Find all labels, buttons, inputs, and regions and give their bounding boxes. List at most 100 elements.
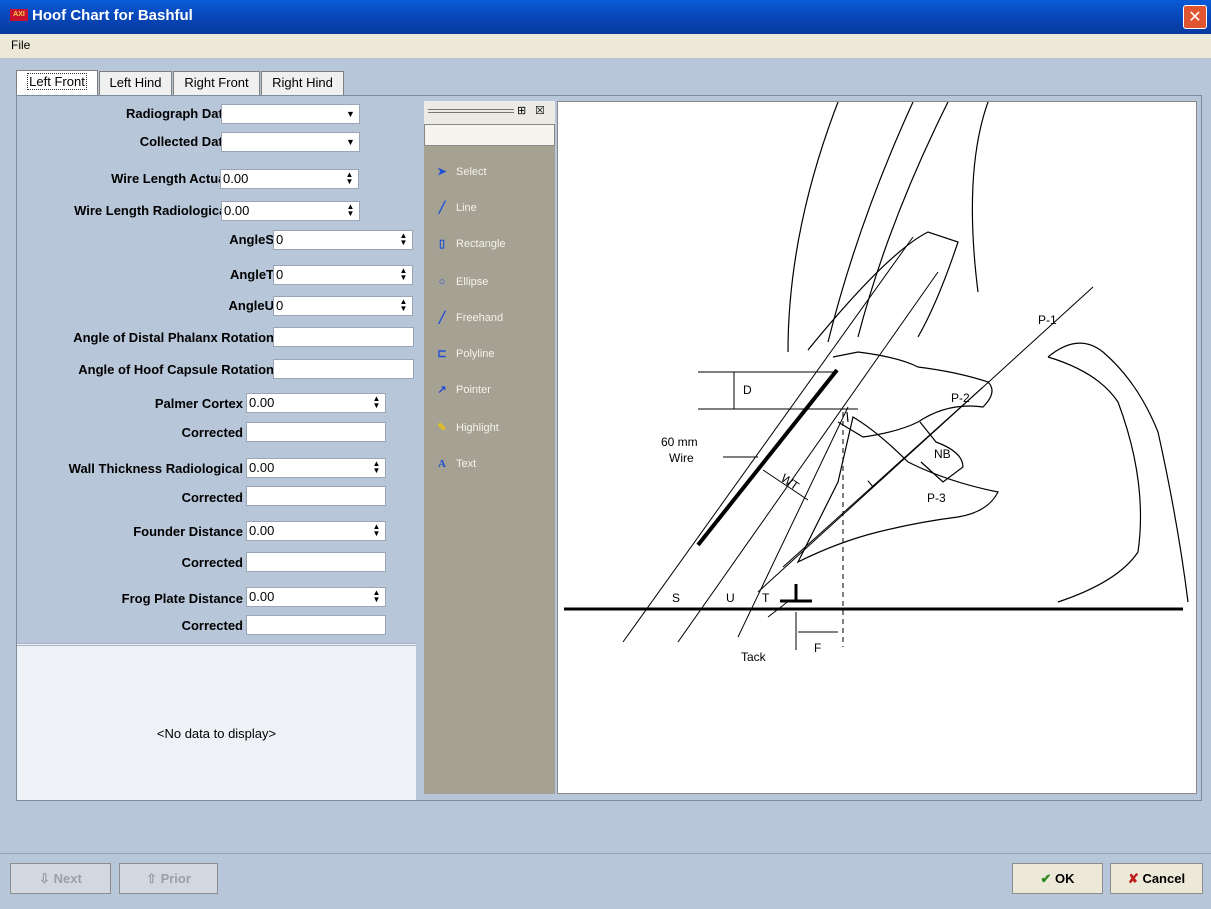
label-p2: P-2 [951,391,970,405]
highlight-icon: ✎ [437,422,447,434]
pin-icon[interactable]: ⊞ [517,104,526,117]
button-bar: ⇩ Next ⇧ Prior ✔ OK ✘ Cancel [0,853,1211,909]
frog-plate-corrected-label: Corrected [181,618,243,633]
tool-line[interactable]: ╱ Line [434,198,477,218]
spinner-icon[interactable]: ▲ ▼ [342,171,357,187]
frog-plate-distance-field[interactable]: 0.00 ▲ ▼ [246,587,386,607]
tab-right-hind[interactable]: Right Hind [261,71,344,95]
hoof-capsule-rotation-field[interactable] [273,359,414,379]
tool-pointer[interactable]: ↗ Pointer [434,380,491,400]
heel-outline [1047,342,1189,603]
tool-label: Select [456,166,487,178]
label-p3: P-3 [927,491,946,505]
close-icon[interactable]: ☒ [535,104,545,117]
palmer-cortex-corrected-field[interactable] [246,422,386,442]
label-d: D [743,383,752,397]
label-s: S [672,591,680,605]
ok-button[interactable]: ✔ OK [1012,863,1103,894]
toolbox-bar [424,124,555,146]
wall-thickness-corrected-field[interactable] [246,486,386,506]
chevron-down-icon[interactable]: ▼ [343,134,358,150]
wire-length-actual-value: 0.00 [223,171,249,186]
next-button[interactable]: ⇩ Next [10,863,111,894]
tool-freehand[interactable]: ╱ Freehand [434,308,503,328]
tool-highlight[interactable]: ✎ Highlight [434,418,499,438]
wire-length-actual-label: Wire Length Actual [111,171,229,186]
founder-distance-field[interactable]: 0.00 ▲ ▼ [246,521,386,541]
prior-label: Prior [160,871,191,886]
spinner-icon[interactable]: ▲ ▼ [343,203,358,219]
close-button[interactable]: ✕ [1183,5,1207,29]
spinner-icon[interactable]: ▲ ▼ [396,267,411,283]
tool-rectangle[interactable]: ▯ Rectangle [434,234,506,254]
window-title: Hoof Chart for Bashful [32,7,193,24]
wall-thickness-field[interactable]: 0.00 ▲ ▼ [246,458,386,478]
ellipse-icon: ○ [438,276,446,288]
down-arrow-icon: ⇩ [39,871,54,886]
angle-s-field[interactable]: 0 ▲ ▼ [273,230,413,250]
tool-label: Line [456,202,477,214]
hoof-diagram: D 60 mm Wire WT L P-1 P-2 NB P-3 S U T T… [564,101,1189,664]
label-wire: Wire [669,451,694,465]
spinner-icon[interactable]: ▲ ▼ [396,298,411,314]
cancel-button[interactable]: ✘ Cancel [1110,863,1203,894]
freehand-icon: ╱ [438,312,446,324]
wire-length-radiological-label: Wire Length Radiological [74,203,230,218]
label-u: U [726,591,735,605]
p1-lines-2 [857,101,949,338]
angle-s-value: 0 [276,232,284,247]
up-arrow-icon: ⇧ [146,871,161,886]
palmer-cortex-label: Palmer Cortex [154,396,243,411]
spinner-icon[interactable]: ▲ ▼ [369,523,384,539]
wire-length-radiological-value: 0.00 [224,203,250,218]
frog-plate-distance-value: 0.00 [249,589,275,604]
founder-distance-value: 0.00 [249,523,275,538]
p3-bone [796,416,999,564]
tool-label: Highlight [456,422,499,434]
founder-distance-corrected-label: Corrected [181,555,243,570]
distal-phalanx-rotation-field[interactable] [273,327,414,347]
tool-label: Pointer [456,384,491,396]
collected-date-field[interactable]: ▼ [221,132,360,152]
label-p1: P-1 [1038,313,1057,327]
wire-length-radiological-field[interactable]: 0.00 ▲ ▼ [221,201,360,221]
u-line [677,271,939,643]
tool-label: Text [456,458,477,470]
tool-polyline[interactable]: ⊏ Polyline [434,344,495,364]
toolbox-header: ⊞ ☒ [424,101,555,124]
tool-select[interactable]: ➤ Select [434,162,487,182]
distal-phalanx-rotation-label: Angle of Distal Phalanx Rotation [73,330,274,345]
label-60mm: 60 mm [661,435,698,449]
angle-t-field[interactable]: 0 ▲ ▼ [273,265,413,285]
spinner-icon[interactable]: ▲ ▼ [396,232,411,248]
tool-ellipse[interactable]: ○ Ellipse [434,272,489,292]
data-grid[interactable]: <No data to display> [17,643,416,800]
spinner-icon[interactable]: ▲ ▼ [369,589,384,605]
radiograph-date-field[interactable]: ▼ [221,104,360,124]
founder-distance-corrected-field[interactable] [246,552,386,572]
tab-left-hind[interactable]: Left Hind [99,71,172,95]
spinner-icon[interactable]: ▲ ▼ [369,460,384,476]
prior-button[interactable]: ⇧ Prior [119,863,218,894]
drag-grip[interactable] [428,109,514,113]
tab-left-front[interactable]: Left Front [16,70,98,96]
angle-u-field[interactable]: 0 ▲ ▼ [273,296,413,316]
diagram-labels: D 60 mm Wire WT L P-1 P-2 NB P-3 S U T T… [661,313,1057,664]
tool-text[interactable]: A Text [434,454,476,474]
ok-label: OK [1055,871,1075,886]
tab-label: Left Front [27,73,87,90]
menu-file[interactable]: File [11,38,30,52]
tool-label: Polyline [456,348,495,360]
line-icon: ╱ [438,202,446,214]
palmer-cortex-field[interactable]: 0.00 ▲ ▼ [246,393,386,413]
chevron-down-icon[interactable]: ▼ [343,106,358,122]
spinner-icon[interactable]: ▲ ▼ [369,395,384,411]
angle-t-label: AngleT [229,267,274,282]
tab-right-front[interactable]: Right Front [173,71,260,95]
wire-length-actual-field[interactable]: 0.00 ▲ ▼ [220,169,359,189]
frog-plate-corrected-field[interactable] [246,615,386,635]
drawing-canvas[interactable]: D 60 mm Wire WT L P-1 P-2 NB P-3 S U T T… [557,101,1197,794]
l-line-2 [782,386,984,568]
radiograph-date-label: Radiograph Date [125,106,230,121]
wall-thickness-corrected-label: Corrected [181,490,243,505]
